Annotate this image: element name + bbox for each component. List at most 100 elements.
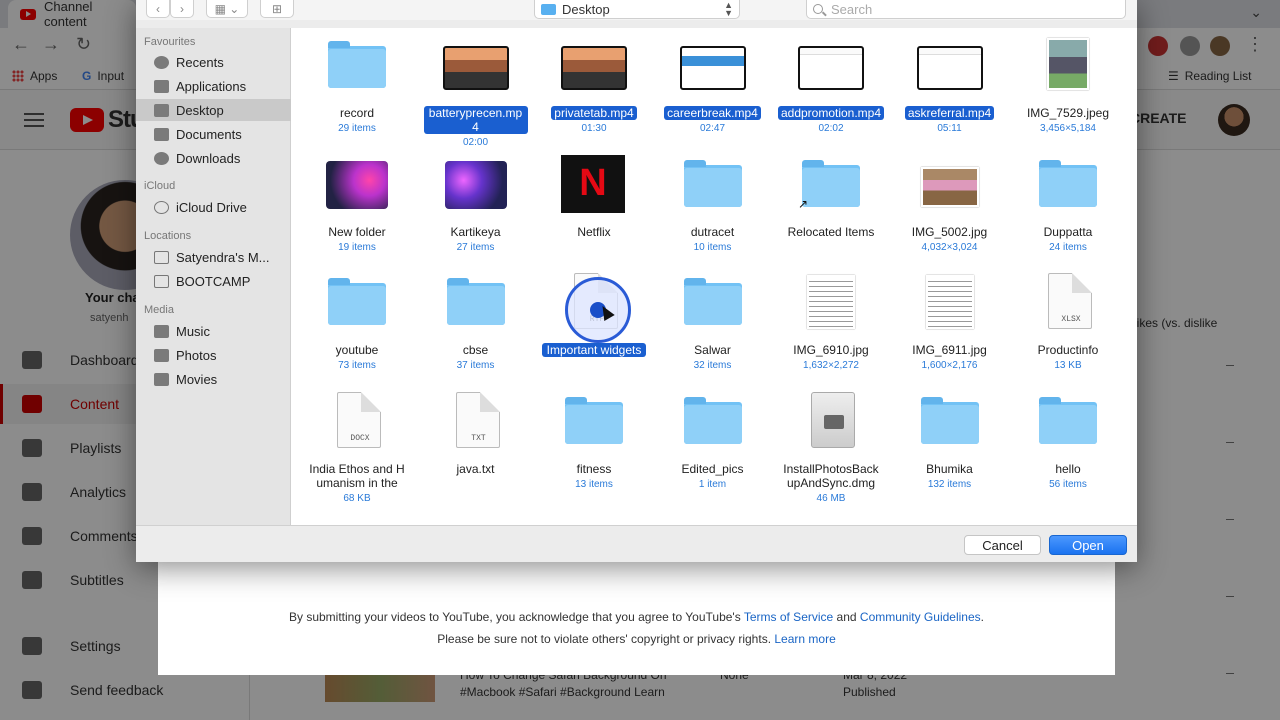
reading-list[interactable]: ☰ Reading List: [1168, 69, 1251, 83]
tab-channel-content[interactable]: Channel content: [8, 0, 136, 29]
sidebar-label: Music: [176, 323, 210, 339]
sidebar-item-applications[interactable]: Applications: [136, 75, 291, 97]
file-meta: 10 items: [693, 241, 732, 253]
file-item[interactable]: DOCX India Ethos and Humanism in the 68 KB: [298, 391, 416, 504]
folder-custom-icon: [443, 155, 509, 209]
sidebar-item-movies[interactable]: Movies: [136, 368, 291, 390]
hamburger-menu-icon[interactable]: [24, 113, 44, 127]
file-item[interactable]: Salwar 32 items: [654, 273, 772, 371]
extension-icon[interactable]: [1148, 36, 1168, 56]
file-item[interactable]: careerbreak.mp4 02:47: [654, 36, 772, 134]
download-icon: [154, 151, 169, 165]
file-item[interactable]: addpromotion.mp4 02:02: [772, 36, 890, 134]
image-thumbnail-icon: [917, 155, 983, 209]
nav-label: Playlists: [70, 440, 122, 456]
reload-icon[interactable]: ↻: [76, 34, 91, 55]
community-guidelines-link[interactable]: Community Guidelines: [860, 610, 981, 624]
file-item[interactable]: hello 56 items: [1009, 392, 1127, 490]
file-item[interactable]: batteryprecen.mp4 02:00: [417, 36, 535, 148]
nav-label: Dashboard: [70, 352, 139, 368]
terms-of-service-link[interactable]: Terms of Service: [744, 610, 833, 624]
file-item[interactable]: InstallPhotosBackupAndSync.dmg 46 MB: [772, 391, 890, 504]
file-item[interactable]: IMG_6910.jpg 1,632×2,272: [772, 273, 890, 371]
sidebar-item-desktop[interactable]: Desktop: [136, 99, 291, 121]
back-icon[interactable]: ←: [12, 34, 30, 55]
nav-send-feedback[interactable]: Send feedback: [0, 670, 250, 710]
section-media: Media: [144, 304, 174, 316]
location-dropdown[interactable]: Desktop ▲ ▼: [534, 0, 740, 19]
search-input[interactable]: Search: [806, 0, 1126, 19]
bookmark-input[interactable]: G Input: [82, 69, 124, 83]
film-icon: [154, 372, 169, 386]
file-meta: 32 items: [693, 360, 732, 371]
create-button[interactable]: CREATE: [1130, 110, 1187, 126]
file-item[interactable]: record 29 items: [298, 36, 416, 134]
view-grid-icon[interactable]: ▦ ⌄: [206, 0, 248, 18]
bookmark-apps-label: Apps: [30, 69, 58, 83]
file-grid: record 29 items batteryprecen.mp4 02:00 priv…: [291, 28, 1137, 525]
forward-icon[interactable]: →: [42, 34, 60, 55]
file-item[interactable]: privatetab.mp4 01:30: [535, 36, 653, 134]
file-item[interactable]: Kartikeya 27 items: [417, 155, 535, 253]
file-name: IMG_6911.jpg: [912, 343, 987, 357]
sidebar-item-recents[interactable]: Recents: [136, 51, 291, 73]
sidebar-item-bootcamp[interactable]: BOOTCAMP: [136, 270, 291, 292]
file-item[interactable]: askreferral.mp4 05:11: [891, 36, 1009, 134]
back-nav-icon[interactable]: ‹: [146, 0, 170, 18]
likes-column-header[interactable]: Likes (vs. dislike: [1130, 316, 1280, 330]
sidebar-item-mac[interactable]: Satyendra's M...: [136, 246, 291, 268]
file-name: batteryprecen.mp4: [423, 106, 528, 134]
file-item[interactable]: cbse 37 items: [417, 273, 535, 371]
file-item[interactable]: ↗ Relocated Items: [772, 155, 890, 241]
file-item[interactable]: N Netflix: [535, 154, 653, 241]
file-item[interactable]: Bhumika 132 items: [891, 392, 1009, 490]
sidebar-item-photos[interactable]: Photos: [136, 344, 291, 366]
file-item[interactable]: Duppatta 24 items: [1009, 155, 1127, 253]
sidebar-item-icloud-drive[interactable]: iCloud Drive: [136, 196, 291, 218]
file-meta: 37 items: [456, 360, 495, 371]
disk-image-icon: [798, 391, 864, 448]
file-item[interactable]: Edited_pics 1 item: [654, 392, 772, 490]
menu-kebab-icon[interactable]: ⋮: [1246, 34, 1264, 55]
new-folder-icon[interactable]: ⊞: [260, 0, 294, 18]
row-dash: [1226, 673, 1234, 674]
video-thumbnail-icon: [442, 36, 509, 90]
file-item[interactable]: IMG_6911.jpg 1,600×2,176: [891, 273, 1009, 371]
sidebar-item-music[interactable]: Music: [136, 320, 291, 342]
file-item[interactable]: fitness 13 items: [535, 392, 653, 490]
file-name: Important widgets: [542, 343, 646, 357]
file-name: Netflix: [577, 224, 611, 239]
cancel-button[interactable]: Cancel: [964, 535, 1041, 555]
file-item[interactable]: IMG_5002.jpg 4,032×3,024: [891, 155, 1009, 253]
folder-icon: [917, 392, 983, 446]
file-meta: 4,032×3,024: [921, 241, 978, 253]
file-item[interactable]: XLSX Productinfo 13 KB: [1009, 273, 1127, 371]
bookmark-apps[interactable]: Apps: [12, 69, 57, 83]
file-item[interactable]: IMG_7529.jpeg 3,456×5,184: [1009, 36, 1127, 134]
image-thumbnail-icon: [798, 273, 864, 329]
channel-handle: satyenh: [90, 312, 129, 324]
file-item[interactable]: dutracet 10 items: [654, 155, 772, 253]
sidebar-item-downloads[interactable]: Downloads: [136, 147, 291, 169]
copyright-text: Please be sure not to violate others' co…: [437, 632, 772, 646]
file-meta: 1,600×2,176: [921, 360, 978, 371]
profile-icon[interactable]: [1210, 36, 1230, 56]
learn-more-link[interactable]: Learn more: [774, 632, 835, 646]
reading-list-label: Reading List: [1184, 69, 1252, 83]
puzzle-icon[interactable]: [1180, 36, 1200, 56]
google-icon: G: [82, 69, 92, 83]
section-favourites: Favourites: [144, 36, 196, 48]
youtube-logo-icon[interactable]: [70, 108, 104, 132]
open-button[interactable]: Open: [1049, 535, 1127, 555]
account-avatar[interactable]: [1218, 104, 1250, 136]
subtitles-icon: [22, 571, 42, 589]
terms-notice: By submitting your videos to YouTube, yo…: [158, 610, 1115, 624]
forward-nav-icon[interactable]: ›: [170, 0, 194, 18]
file-item[interactable]: New folder 19 items: [298, 155, 416, 253]
file-meta: 3,456×5,184: [1040, 123, 1096, 134]
row-dash: [1226, 442, 1234, 443]
chevron-down-icon[interactable]: ⌄: [1250, 4, 1262, 21]
file-item[interactable]: youtube 73 items: [298, 273, 416, 371]
sidebar-item-documents[interactable]: Documents: [136, 123, 291, 145]
file-item[interactable]: TXT java.txt: [417, 391, 535, 478]
